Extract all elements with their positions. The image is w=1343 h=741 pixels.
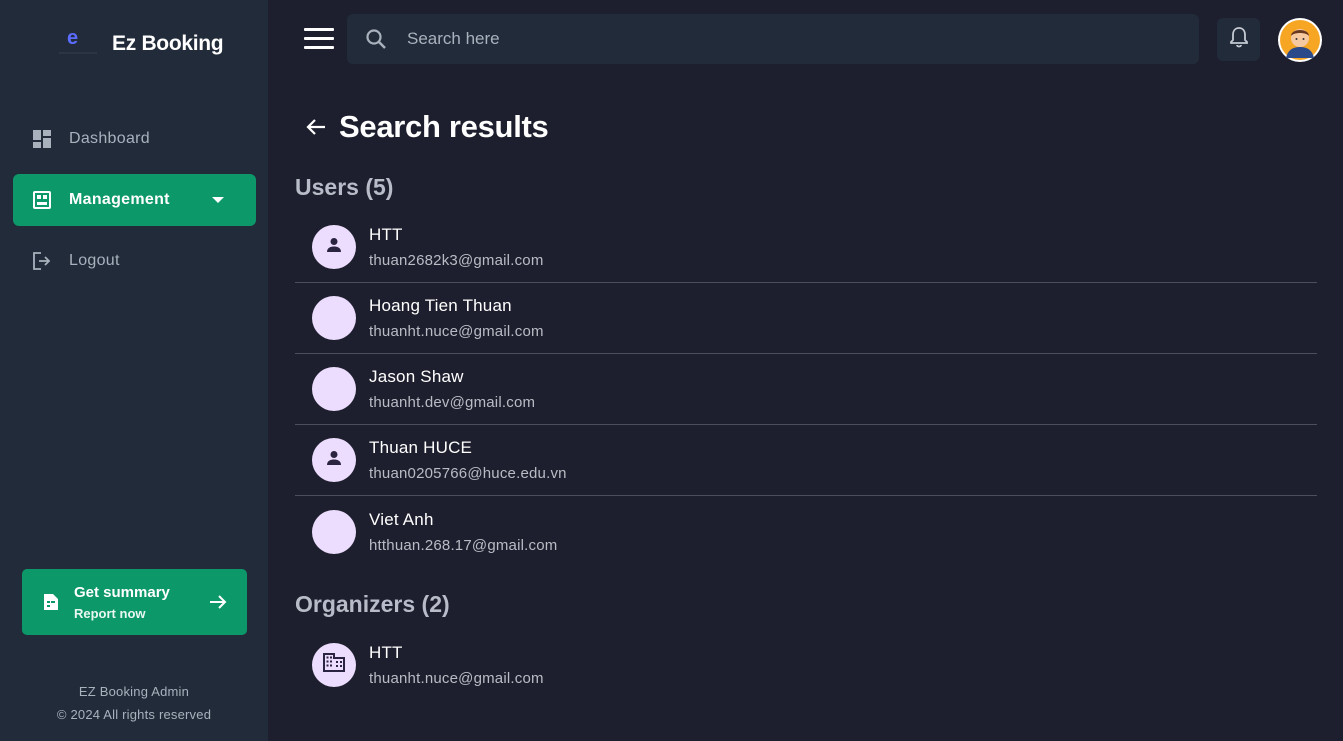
footer-app-name: EZ Booking Admin (78, 684, 190, 699)
organizers-list: HTT thuanht.nuce@gmail.com (295, 629, 1317, 700)
user-row[interactable]: Hoang Tien Thuan thuanht.nuce@gmail.com (295, 283, 1317, 354)
user-email: thuanht.nuce@gmail.com (369, 323, 544, 340)
brand[interactable]: e Ez Booking (56, 26, 224, 62)
users-section-title: Users (5) (295, 174, 394, 200)
topbar (268, 0, 1343, 80)
get-summary-button[interactable]: Get summary Report now (22, 569, 247, 635)
brand-logo-icon: e (56, 26, 100, 62)
person-icon (325, 236, 343, 259)
search-input[interactable] (407, 29, 1107, 49)
user-avatar-placeholder (312, 296, 356, 340)
svg-text:e: e (67, 27, 78, 49)
brand-name: Ez Booking (112, 32, 224, 55)
users-list: HTT thuan2682k3@gmail.com Hoang Tien Thu… (295, 212, 1317, 567)
logout-icon (33, 252, 51, 270)
user-email: thuan2682k3@gmail.com (369, 252, 544, 269)
page-header: Search results (295, 100, 1317, 154)
user-row[interactable]: HTT thuan2682k3@gmail.com (295, 212, 1317, 283)
user-avatar-placeholder (312, 438, 356, 482)
organizer-email: thuanht.nuce@gmail.com (369, 669, 544, 687)
user-name: Viet Anh (369, 509, 434, 529)
user-email: htthuan.268.17@gmail.com (369, 536, 558, 554)
sidebar-item-management[interactable]: Management (13, 174, 256, 226)
page-title: Search results (339, 109, 549, 144)
summary-title: Get summary (74, 583, 170, 601)
management-icon (33, 191, 51, 209)
user-email: thuanht.dev@gmail.com (369, 394, 536, 411)
user-row[interactable]: Viet Anh htthuan.268.17@gmail.com (295, 496, 1317, 567)
document-icon (42, 593, 60, 611)
notifications-button[interactable] (1217, 18, 1260, 61)
sidebar-item-logout[interactable]: Logout (13, 235, 256, 287)
building-icon (323, 652, 345, 677)
dashboard-icon (33, 130, 51, 148)
sidebar-nav: Dashboard Management Logout (13, 113, 256, 296)
user-avatar-placeholder (312, 509, 356, 554)
organizers-section-title: Organizers (2) (295, 591, 450, 617)
summary-subtitle: Report now (74, 605, 146, 621)
organizer-name: HTT (369, 642, 403, 662)
sidebar-footer: EZ Booking Admin © 2024 All rights reser… (0, 680, 268, 726)
person-icon (325, 449, 343, 472)
organizer-avatar-placeholder (312, 642, 356, 687)
user-avatar[interactable] (1278, 18, 1322, 62)
arrow-right-icon (209, 593, 227, 611)
user-email: thuan0205766@huce.edu.vn (369, 465, 567, 482)
sidebar-item-label: Dashboard (69, 130, 150, 147)
sidebar: e Ez Booking Dashboard Management Logout (0, 0, 268, 741)
bell-icon (1229, 26, 1249, 53)
sidebar-item-label: Logout (69, 252, 120, 269)
user-name: Thuan HUCE (369, 438, 473, 457)
main-content: Search results Users (5) HTT thuan2682k3… (295, 100, 1317, 700)
search-icon (365, 28, 387, 50)
user-name: Hoang Tien Thuan (369, 296, 512, 315)
footer-copyright: © 2024 All rights reserved (56, 707, 212, 722)
menu-icon[interactable] (304, 28, 334, 52)
user-name: Jason Shaw (369, 367, 464, 386)
user-name: HTT (369, 225, 403, 244)
user-row[interactable]: Thuan HUCE thuan0205766@huce.edu.vn (295, 425, 1317, 496)
user-row[interactable]: Jason Shaw thuanht.dev@gmail.com (295, 354, 1317, 425)
organizer-row[interactable]: HTT thuanht.nuce@gmail.com (295, 629, 1317, 700)
search-bar[interactable] (347, 14, 1199, 64)
user-avatar-placeholder (312, 225, 356, 269)
user-avatar-placeholder (312, 367, 356, 411)
arrow-left-icon[interactable] (305, 116, 327, 138)
sidebar-item-dashboard[interactable]: Dashboard (13, 113, 256, 165)
sidebar-item-label: Management (69, 191, 170, 208)
chevron-down-icon[interactable] (212, 197, 224, 203)
